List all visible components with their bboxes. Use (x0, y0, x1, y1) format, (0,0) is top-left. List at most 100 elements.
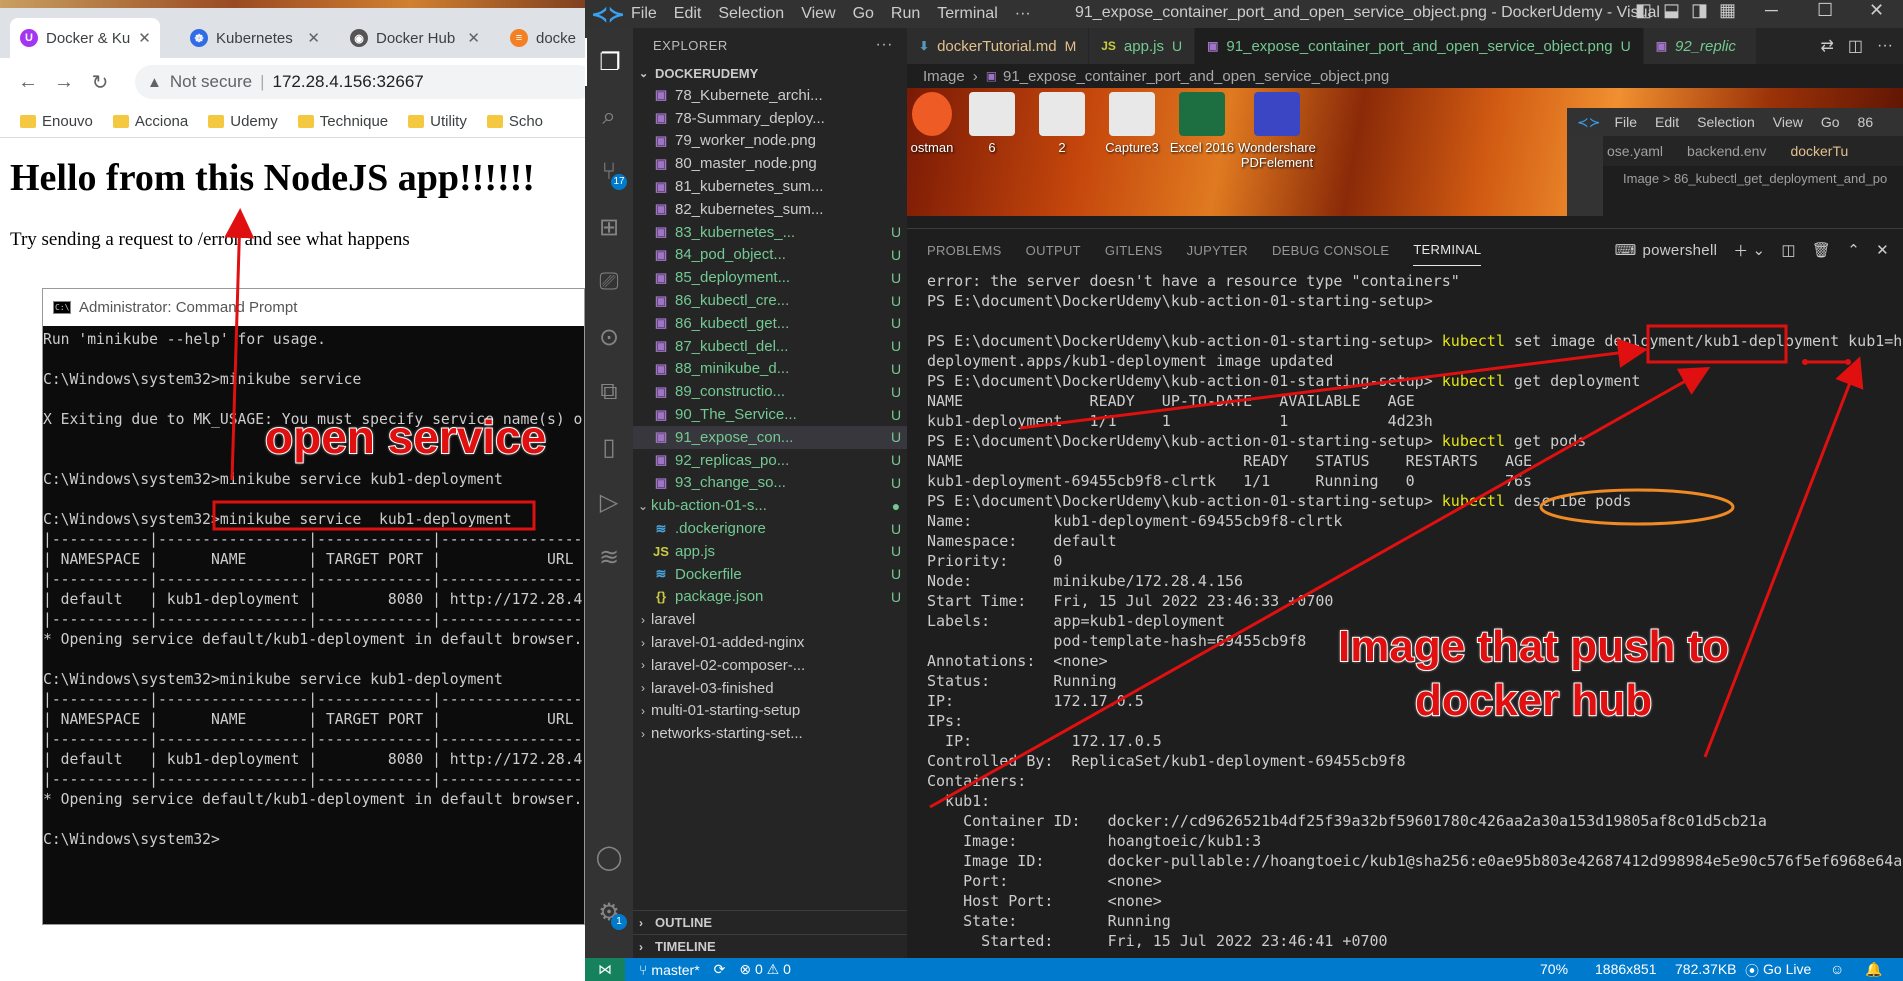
url-text[interactable]: 172.28.4.156:32667 (272, 72, 423, 92)
menu-selection[interactable]: Selection (718, 5, 784, 23)
close-icon[interactable]: ✕ (1876, 241, 1889, 259)
gitlens-icon[interactable]: ⊙ (585, 313, 633, 361)
sync-icon[interactable]: ⟳ (714, 961, 726, 978)
compare-icon[interactable]: ⇄ (1820, 36, 1833, 56)
browser-tab-dockerhub[interactable]: ◉ Docker Hub ✕ (340, 18, 490, 58)
folder-item[interactable]: › laravel-01-added-nginx (633, 631, 907, 654)
close-icon[interactable]: ✕ (467, 29, 480, 47)
tab-problems[interactable]: PROBLEMS (927, 235, 1002, 266)
folder-item-open[interactable]: ⌄ kub-action-01-s... ● (633, 494, 907, 517)
file-item[interactable]: ▣ 87_kubectl_del... U (633, 335, 907, 358)
file-item[interactable]: ▣ 92_replicas_po... U (633, 449, 907, 472)
menu-terminal[interactable]: Terminal (937, 5, 997, 23)
more-actions-icon[interactable]: ··· (1877, 37, 1893, 55)
maximize-icon[interactable]: ☐ (1817, 0, 1833, 21)
editor-tab[interactable]: JS app.js U (1089, 28, 1196, 64)
minimize-icon[interactable]: ─ (1765, 0, 1778, 21)
chevron-down-icon[interactable]: ⌄ (1753, 241, 1766, 259)
file-item[interactable]: ▣ 81_kubernetes_sum... (633, 175, 907, 198)
branch-icon[interactable]: ⑂ (639, 962, 647, 978)
bell-icon[interactable]: 🔔 (1865, 961, 1882, 978)
search-icon[interactable]: ⌕ (585, 93, 633, 141)
golive-icon[interactable]: ⦿ (1745, 961, 1759, 981)
terminal-output[interactable]: error: the server doesn't have a resourc… (907, 271, 1903, 951)
cmd-output[interactable]: Run 'minikube --help' for usage. C:\Windo… (43, 326, 584, 850)
split-editor-icon[interactable]: ◫ (1848, 36, 1863, 56)
folder-item[interactable]: › multi-01-starting-setup (633, 700, 907, 723)
address-bar[interactable]: ▲ Not secure | 172.28.4.156:32667 (135, 65, 585, 99)
panel-toggle-icon[interactable]: ⬓ (1663, 0, 1680, 21)
split-terminal-icon[interactable]: ◫ (1781, 241, 1795, 259)
file-item[interactable]: ▣ 91_expose_con... U (633, 425, 907, 449)
file-item[interactable]: ▣ 93_change_so... U (633, 472, 907, 495)
outline-section[interactable]: › OUTLINE (633, 910, 907, 934)
bookmark-acciona[interactable]: Acciona (112, 113, 188, 130)
workspace-root[interactable]: ⌄ DOCKERUDEMY (633, 62, 907, 84)
forward-arrow-icon[interactable]: → (46, 71, 82, 94)
editor-tab[interactable]: ▣ 92_replic (1643, 28, 1757, 64)
source-control-icon[interactable]: ⑂ 17 (585, 148, 633, 196)
tab-gitlens[interactable]: GITLENS (1105, 235, 1163, 266)
run-debug-icon[interactable]: ▷ (585, 478, 633, 526)
breadcrumb-file[interactable]: 91_expose_container_port_and_open_servic… (1003, 68, 1389, 85)
browser-tab-kubernetes[interactable]: ☸ Kubernetes ✕ (180, 18, 330, 58)
file-item[interactable]: ▣ 78-Summary_deploy... (633, 107, 907, 130)
tab-jupyter[interactable]: JUPYTER (1187, 235, 1248, 266)
file-item[interactable]: ▣ 89_constructio... U (633, 380, 907, 403)
tab-output[interactable]: OUTPUT (1026, 235, 1081, 266)
tabs-icon[interactable]: ⧉ (585, 368, 633, 416)
menu-more[interactable]: ··· (1015, 5, 1031, 23)
zoom-level[interactable]: 70% (1540, 961, 1568, 977)
new-terminal-icon[interactable]: ＋ (1733, 240, 1748, 261)
bookmark-scho[interactable]: Scho (486, 113, 543, 130)
shell-label[interactable]: powershell (1643, 242, 1718, 259)
file-item[interactable]: {} package.json U (633, 586, 907, 609)
warning-icon[interactable]: ▲ (147, 74, 162, 91)
branch-name[interactable]: master* (651, 962, 699, 978)
folder-item[interactable]: › laravel-03-finished (633, 677, 907, 700)
file-item[interactable]: ▣ 86_kubectl_get... U (633, 312, 907, 335)
cmd-title-bar[interactable]: C:\ Administrator: Command Prompt (43, 289, 584, 326)
problems-count[interactable]: ⊗ 0 ⚠ 0 (739, 961, 791, 978)
bookmark-technique[interactable]: Technique (297, 113, 388, 130)
file-item[interactable]: ▣ 90_The_Service... U (633, 403, 907, 426)
browser-tab-stack[interactable]: ≡ docke (500, 18, 585, 58)
image-preview[interactable]: ostman 6 2 Capture3 Excel 2016 Wondershare PD… (907, 88, 1903, 216)
menu-go[interactable]: Go (853, 5, 874, 23)
file-item[interactable]: ▣ 80_master_node.png (633, 152, 907, 175)
menu-view[interactable]: View (801, 5, 835, 23)
file-item[interactable]: JS app.js U (633, 540, 907, 563)
golive-label[interactable]: Go Live (1763, 961, 1811, 977)
not-secure-label[interactable]: Not secure (170, 72, 252, 92)
file-item[interactable]: ▣ 84_pod_object... U (633, 244, 907, 267)
more-actions-icon[interactable]: ··· (876, 36, 893, 54)
bookmark-utility[interactable]: Utility (408, 113, 467, 130)
extensions-icon[interactable]: ⊞ (585, 203, 633, 251)
trash-icon[interactable]: 🗑 (1812, 241, 1831, 259)
remote-explorer-icon[interactable]: ⎚ (585, 258, 633, 306)
file-item[interactable]: ▣ 85_deployment... U (633, 266, 907, 289)
folder-item[interactable]: › networks-starting-set... (633, 722, 907, 745)
layout-grid-icon[interactable]: ▦ (1719, 0, 1736, 21)
tab-terminal[interactable]: TERMINAL (1413, 234, 1482, 266)
explorer-icon[interactable]: ❐ (585, 38, 633, 86)
timeline-section[interactable]: › TIMELINE (633, 934, 907, 958)
file-item[interactable]: ▣ 83_kubernetes_... U (633, 221, 907, 244)
tab-debug-console[interactable]: DEBUG CONSOLE (1272, 235, 1389, 266)
back-arrow-icon[interactable]: ← (10, 71, 46, 94)
close-icon[interactable]: ✕ (307, 29, 320, 47)
browser-tab-udemy[interactable]: U Docker & Ku ✕ (10, 18, 160, 58)
layout-toggle-icon[interactable]: ◧ (1635, 0, 1652, 21)
bookmark-udemy[interactable]: Udemy (208, 113, 278, 130)
file-item[interactable]: ▣ 78_Kubernete_archi... (633, 84, 907, 107)
bookmark-enouvo[interactable]: Enouvo (20, 113, 93, 130)
editor-tab[interactable]: ▣ 91_expose_container_port_and_open_servi… (1195, 28, 1644, 64)
file-item[interactable]: ▣ 82_kubernetes_sum... (633, 198, 907, 221)
sidebar-toggle-icon[interactable]: ◨ (1691, 0, 1708, 21)
docker-icon[interactable]: ≋ (585, 533, 633, 581)
close-icon[interactable]: ✕ (138, 29, 151, 47)
close-icon[interactable]: ✕ (1869, 0, 1884, 21)
folder-item[interactable]: › laravel-02-composer-... (633, 654, 907, 677)
menu-run[interactable]: Run (891, 5, 920, 23)
file-item[interactable]: ≋ Dockerfile U (633, 563, 907, 586)
